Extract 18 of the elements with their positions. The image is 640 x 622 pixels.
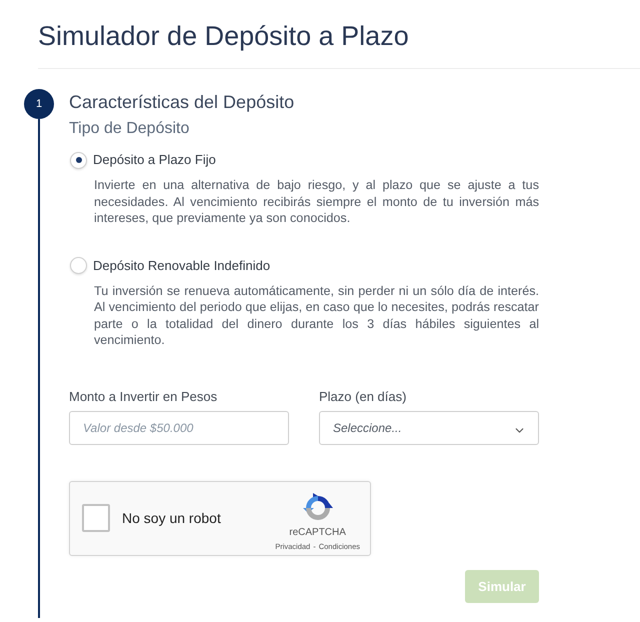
refresh-arrows-icon xyxy=(302,492,333,522)
term-select[interactable]: Seleccione... xyxy=(319,410,539,444)
field-label: Monto a Invertir en Pesos xyxy=(69,388,218,404)
option-description: Tu inversión se renueva automáticamente, sin perder ni un sólo día de interés. Al vencimiento del periodo que elijas, en caso que lo necesites, podrás rescatar parte o la totalidad del dinero durante los 3 días hábiles siguientes al vencimiento. xyxy=(94,282,539,348)
section-heading: Tipo de Depósito xyxy=(69,119,190,139)
captcha-checkbox[interactable] xyxy=(82,504,110,532)
option-label: Depósito Renovable Indefinido xyxy=(93,256,270,274)
step-title: Características del Depósito xyxy=(69,91,296,113)
radio-button[interactable] xyxy=(70,257,87,274)
step-number: 1 xyxy=(24,89,54,119)
page-title: Simulador de Depósito a Plazo xyxy=(38,20,410,53)
captcha-label: No soy un robot xyxy=(122,510,222,526)
amount-input[interactable]: Valor desde $50.000 xyxy=(69,410,289,444)
option-label: Depósito a Plazo Fijo xyxy=(93,151,216,169)
option-description: Invierte en una alternativa de bajo riesgo, y al plazo que se ajuste a tus necesidades. Al vencimiento recibirás siempre el monto de tu inversión más intereses, que previamente ya son conocidos. xyxy=(94,177,539,226)
field-label: Plazo (en días) xyxy=(319,388,408,404)
radio-button[interactable] xyxy=(70,152,87,168)
captcha-brand-text: reCAPTCHA xyxy=(289,526,346,538)
